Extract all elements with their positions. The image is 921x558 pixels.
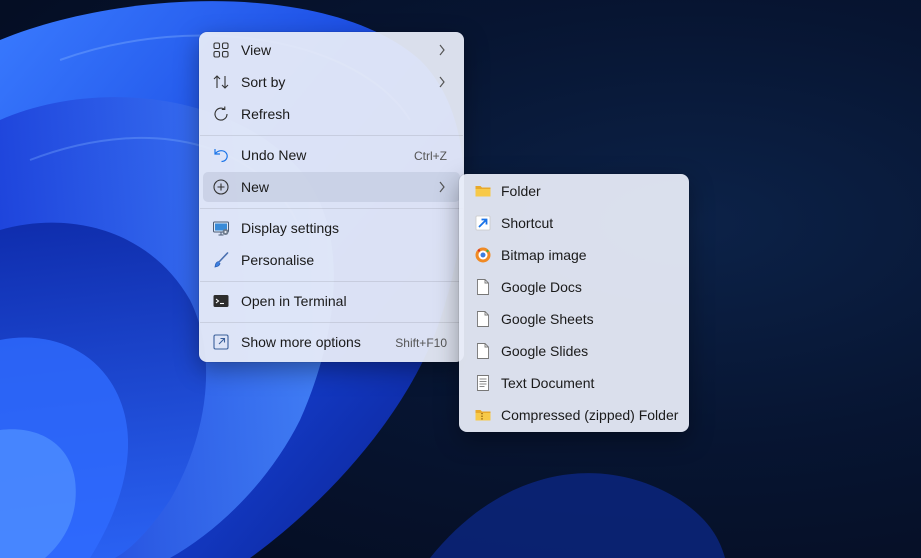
blank-document-icon bbox=[477, 343, 489, 359]
undo-icon bbox=[214, 149, 228, 163]
menu-item-label: Sort by bbox=[241, 74, 286, 90]
menu-separator bbox=[200, 208, 463, 209]
menu-item-view[interactable]: View bbox=[203, 35, 460, 65]
bitmap-image-icon bbox=[475, 247, 491, 263]
view-icon bbox=[213, 42, 229, 58]
submenu-item-shortcut[interactable]: Shortcut bbox=[463, 208, 685, 238]
submenu-item-google-sheets[interactable]: Google Sheets bbox=[463, 304, 685, 334]
menu-item-label: Refresh bbox=[241, 106, 291, 122]
sort-icon bbox=[213, 75, 229, 89]
menu-item-undo-new[interactable]: Undo New Ctrl+Z bbox=[203, 140, 460, 170]
keyboard-shortcut: Shift+F10 bbox=[395, 336, 447, 350]
chevron-right-icon bbox=[439, 76, 445, 88]
zipped-folder-icon bbox=[475, 410, 491, 421]
menu-item-new[interactable]: New bbox=[203, 172, 460, 202]
submenu-item-label: Google Sheets bbox=[501, 311, 594, 327]
desktop-context-menu: View Sort by Refresh Undo New Ctrl+Z New bbox=[199, 32, 464, 362]
shortcut-icon bbox=[475, 215, 491, 231]
submenu-item-google-docs[interactable]: Google Docs bbox=[463, 272, 685, 302]
submenu-item-text-document[interactable]: Text Document bbox=[463, 368, 685, 398]
menu-item-sort-by[interactable]: Sort by bbox=[203, 67, 460, 97]
menu-item-label: Display settings bbox=[241, 220, 340, 236]
menu-item-label: Personalise bbox=[241, 252, 315, 268]
menu-separator bbox=[200, 135, 463, 136]
refresh-icon bbox=[214, 106, 228, 121]
menu-item-label: View bbox=[241, 42, 272, 58]
submenu-item-label: Bitmap image bbox=[501, 247, 587, 263]
menu-item-open-in-terminal[interactable]: Open in Terminal bbox=[203, 286, 460, 316]
new-submenu: Folder Shortcut Bitmap image Google Docs bbox=[459, 174, 689, 432]
chevron-right-icon bbox=[439, 44, 445, 56]
submenu-item-label: Folder bbox=[501, 183, 541, 199]
menu-item-display-settings[interactable]: Display settings bbox=[203, 213, 460, 243]
submenu-item-label: Text Document bbox=[501, 375, 595, 391]
menu-item-label: Open in Terminal bbox=[241, 293, 347, 309]
show-more-options-icon bbox=[213, 334, 229, 350]
menu-item-label: Show more options bbox=[241, 334, 361, 350]
display-settings-icon bbox=[213, 221, 229, 236]
submenu-item-compressed-folder[interactable]: Compressed (zipped) Folder bbox=[463, 400, 685, 430]
submenu-item-label: Google Docs bbox=[501, 279, 582, 295]
blank-document-icon bbox=[477, 311, 489, 327]
menu-item-refresh[interactable]: Refresh bbox=[203, 99, 460, 129]
new-icon bbox=[213, 179, 229, 195]
brush-icon bbox=[214, 252, 229, 268]
submenu-item-bitmap-image[interactable]: Bitmap image bbox=[463, 240, 685, 270]
menu-item-label: New bbox=[241, 179, 270, 195]
menu-item-personalise[interactable]: Personalise bbox=[203, 245, 460, 275]
menu-item-show-more-options[interactable]: Show more options Shift+F10 bbox=[203, 327, 460, 357]
text-document-icon bbox=[477, 375, 489, 391]
menu-item-label: Undo New bbox=[241, 147, 307, 163]
keyboard-shortcut: Ctrl+Z bbox=[414, 149, 447, 163]
blank-document-icon bbox=[477, 279, 489, 295]
submenu-item-label: Shortcut bbox=[501, 215, 554, 231]
submenu-item-google-slides[interactable]: Google Slides bbox=[463, 336, 685, 366]
folder-icon bbox=[475, 186, 491, 197]
submenu-item-label: Compressed (zipped) Folder bbox=[501, 407, 679, 423]
menu-separator bbox=[200, 322, 463, 323]
submenu-item-folder[interactable]: Folder bbox=[463, 176, 685, 206]
submenu-item-label: Google Slides bbox=[501, 343, 589, 359]
terminal-icon bbox=[213, 295, 229, 307]
menu-separator bbox=[200, 281, 463, 282]
chevron-right-icon bbox=[439, 181, 445, 193]
